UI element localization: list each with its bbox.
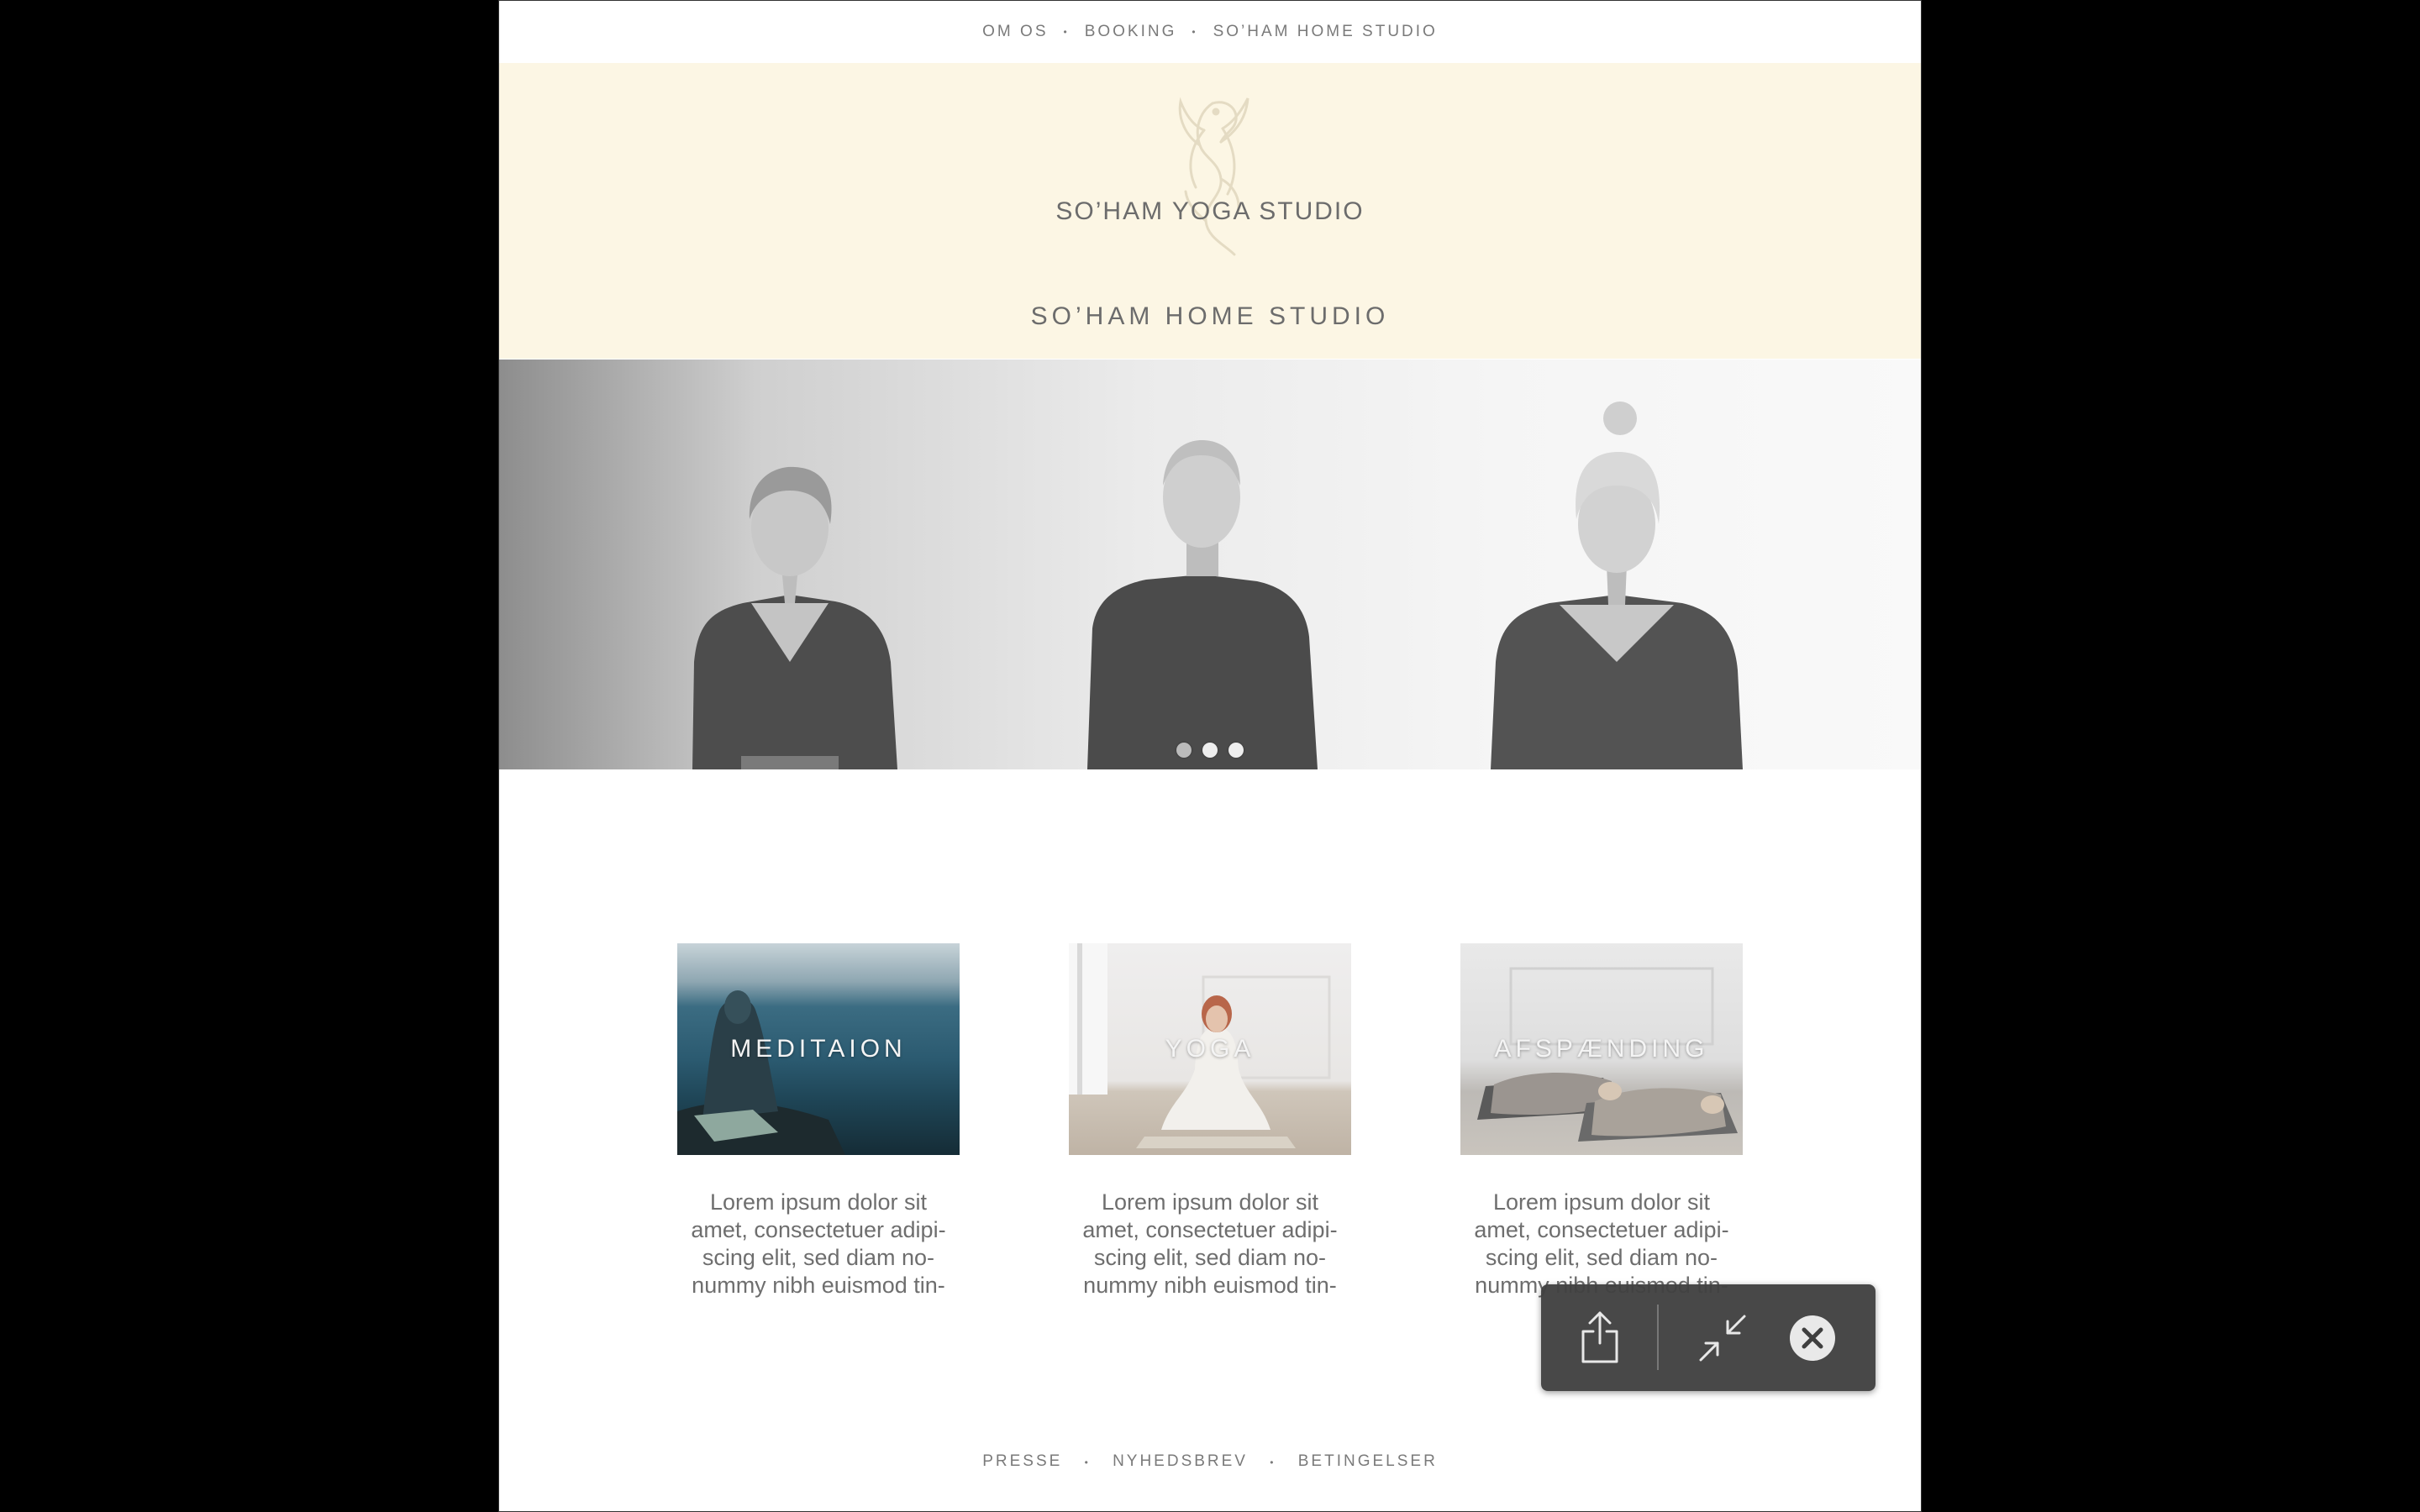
nav-link-om-os[interactable]: OM OS: [982, 23, 1048, 41]
nav-link-home-studio[interactable]: SO’HAM HOME STUDIO: [1213, 23, 1438, 41]
slide-dot-1[interactable]: [1176, 743, 1192, 758]
page-title: SO’HAM HOME STUDIO: [1030, 302, 1390, 330]
nav-separator: •: [1192, 26, 1198, 38]
hero-slideshow[interactable]: [499, 360, 1921, 769]
slideshow-dots: [499, 743, 1921, 758]
footer-link-betingelser[interactable]: BETINGELSER: [1298, 1452, 1438, 1470]
viewer-toolbar: [1541, 1284, 1876, 1391]
card-relaxation[interactable]: AFSPÆNDING Lorem ipsum dolor sit amet, c…: [1460, 943, 1743, 1299]
card-label: YOGA: [1165, 1035, 1255, 1063]
footer-link-nyhedsbrev[interactable]: NYHEDSBREV: [1113, 1452, 1248, 1470]
close-icon: [1790, 1315, 1835, 1361]
card-label: AFSPÆNDING: [1494, 1035, 1709, 1063]
toolbar-divider: [1657, 1305, 1659, 1370]
slide-dot-2[interactable]: [1202, 743, 1218, 758]
brand-name: SO’HAM YOGA STUDIO: [1055, 197, 1365, 225]
person-right-figure: [1491, 402, 1743, 769]
share-icon: [1581, 1311, 1618, 1363]
site-header: SO’HAM YOGA STUDIO SO’HAM HOME STUDIO: [499, 63, 1921, 359]
top-navigation: OM OS • BOOKING • SO’HAM HOME STUDIO: [499, 1, 1921, 63]
share-button[interactable]: [1578, 1310, 1622, 1365]
exit-fullscreen-icon: [1699, 1315, 1746, 1362]
web-page: OM OS • BOOKING • SO’HAM HOME STUDIO SO’…: [498, 0, 1922, 1512]
person-left-figure: [692, 466, 897, 769]
card-yoga[interactable]: YOGA Lorem ipsum dolor sit amet, consect…: [1069, 943, 1351, 1299]
footer-separator: •: [1270, 1457, 1276, 1468]
phoenix-logo-icon: [1178, 97, 1249, 256]
person-center-figure: [1087, 440, 1318, 769]
card-description: Lorem ipsum dolor sit amet, consectetuer…: [691, 1189, 946, 1298]
footer-link-presse[interactable]: PRESSE: [982, 1452, 1062, 1470]
card-meditation[interactable]: MEDITAION Lorem ipsum dolor sit amet, co…: [677, 943, 960, 1299]
site-footer: PRESSE • NYHEDSBREV • BETINGELSER: [499, 1452, 1921, 1471]
footer-separator: •: [1084, 1457, 1091, 1468]
close-button[interactable]: [1788, 1314, 1837, 1362]
card-description: Lorem ipsum dolor sit amet, consectetuer…: [1474, 1189, 1729, 1298]
card-image-afspaending[interactable]: AFSPÆNDING: [1460, 943, 1743, 1155]
card-label: MEDITAION: [730, 1035, 907, 1063]
card-image-yoga[interactable]: YOGA: [1069, 943, 1351, 1155]
hero-photo-instructors: [692, 402, 1743, 769]
service-cards: MEDITAION Lorem ipsum dolor sit amet, co…: [677, 943, 1744, 1313]
card-image-meditation[interactable]: MEDITAION: [677, 943, 960, 1155]
nav-separator: •: [1063, 26, 1070, 38]
nav-link-booking[interactable]: BOOKING: [1085, 23, 1177, 41]
card-description: Lorem ipsum dolor sit amet, consectetuer…: [1082, 1189, 1338, 1298]
slide-dot-3[interactable]: [1228, 743, 1244, 758]
exit-fullscreen-button[interactable]: [1697, 1313, 1748, 1363]
